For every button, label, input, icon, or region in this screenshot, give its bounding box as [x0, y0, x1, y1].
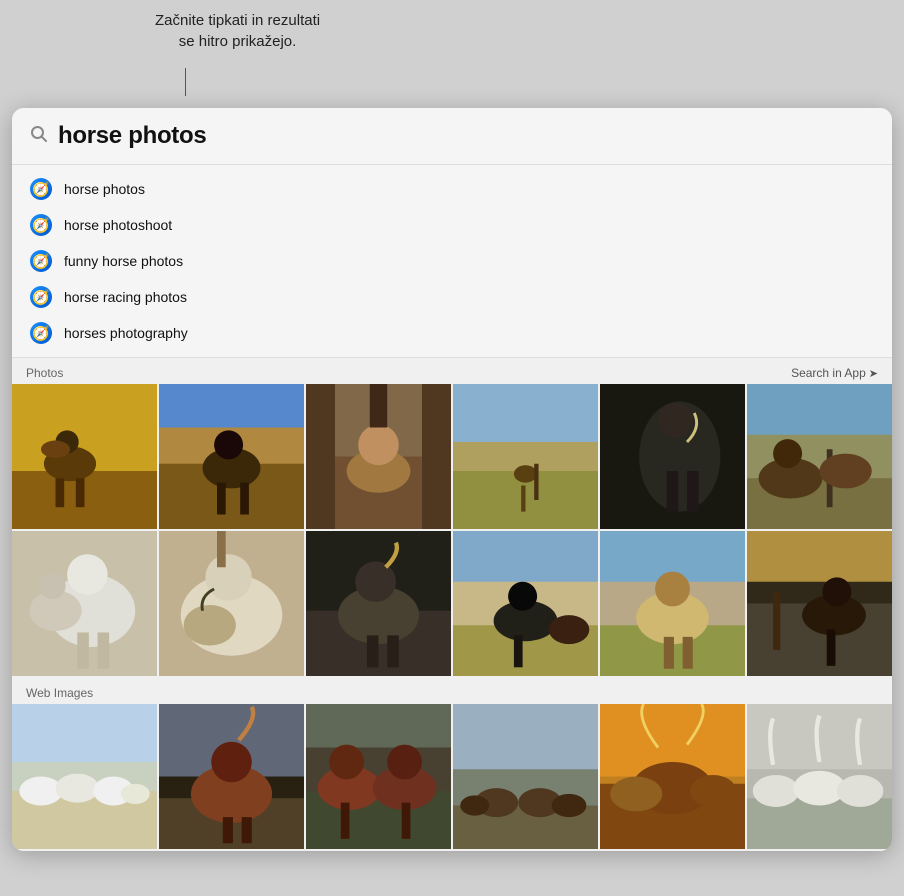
safari-compass-icon-5: [30, 322, 52, 344]
photo-cell[interactable]: [747, 531, 892, 676]
photo-cell[interactable]: [600, 384, 745, 529]
photo-cell[interactable]: [12, 384, 157, 529]
suggestion-text-5: horses photography: [64, 325, 188, 341]
photo-cell[interactable]: [306, 531, 451, 676]
suggestion-text-4: horse racing photos: [64, 289, 187, 305]
web-images-grid: [12, 704, 892, 851]
search-in-app-button[interactable]: Search in App ➤: [791, 366, 878, 380]
photos-section-header: Photos Search in App ➤: [12, 358, 892, 384]
photo-cell[interactable]: [453, 531, 598, 676]
suggestion-text-3: funny horse photos: [64, 253, 183, 269]
photo-cell[interactable]: [12, 531, 157, 676]
photos-section: Photos Search in App ➤: [12, 358, 892, 678]
photo-cell[interactable]: [453, 384, 598, 529]
suggestions-list: horse photos horse photoshoot funny hors…: [12, 165, 892, 358]
photo-cell[interactable]: [159, 531, 304, 676]
photos-grid-row2: [12, 531, 892, 678]
safari-compass-icon-3: [30, 250, 52, 272]
search-query-text[interactable]: horse photos: [58, 122, 206, 150]
search-panel: horse photos horse photos horse photosho…: [12, 108, 892, 851]
search-bar: horse photos: [12, 108, 892, 165]
web-image-cell[interactable]: [12, 704, 157, 849]
photo-cell[interactable]: [159, 384, 304, 529]
web-section-title: Web Images: [26, 686, 93, 700]
safari-compass-icon-1: [30, 178, 52, 200]
safari-compass-icon-4: [30, 286, 52, 308]
web-image-cell[interactable]: [453, 704, 598, 849]
callout-line: [185, 68, 186, 96]
suggestion-item[interactable]: horse photos: [12, 171, 892, 207]
web-section-header: Web Images: [12, 678, 892, 704]
web-image-cell[interactable]: [159, 704, 304, 849]
photo-cell[interactable]: [747, 384, 892, 529]
suggestion-item[interactable]: horses photography: [12, 315, 892, 351]
search-icon: [30, 125, 48, 148]
search-in-app-arrow: ➤: [869, 367, 878, 380]
callout-tooltip: Začnite tipkati in rezultati se hitro pr…: [155, 10, 320, 52]
suggestion-item[interactable]: funny horse photos: [12, 243, 892, 279]
suggestion-item[interactable]: horse racing photos: [12, 279, 892, 315]
photo-cell[interactable]: [600, 531, 745, 676]
safari-compass-icon-2: [30, 214, 52, 236]
photos-section-title: Photos: [26, 366, 63, 380]
web-image-cell[interactable]: [747, 704, 892, 849]
web-image-cell[interactable]: [306, 704, 451, 849]
suggestion-text-1: horse photos: [64, 181, 145, 197]
suggestion-text-2: horse photoshoot: [64, 217, 172, 233]
suggestion-item[interactable]: horse photoshoot: [12, 207, 892, 243]
web-image-cell[interactable]: [600, 704, 745, 849]
photos-grid-row1: [12, 384, 892, 531]
web-images-section: Web Images: [12, 678, 892, 851]
photo-cell[interactable]: [306, 384, 451, 529]
